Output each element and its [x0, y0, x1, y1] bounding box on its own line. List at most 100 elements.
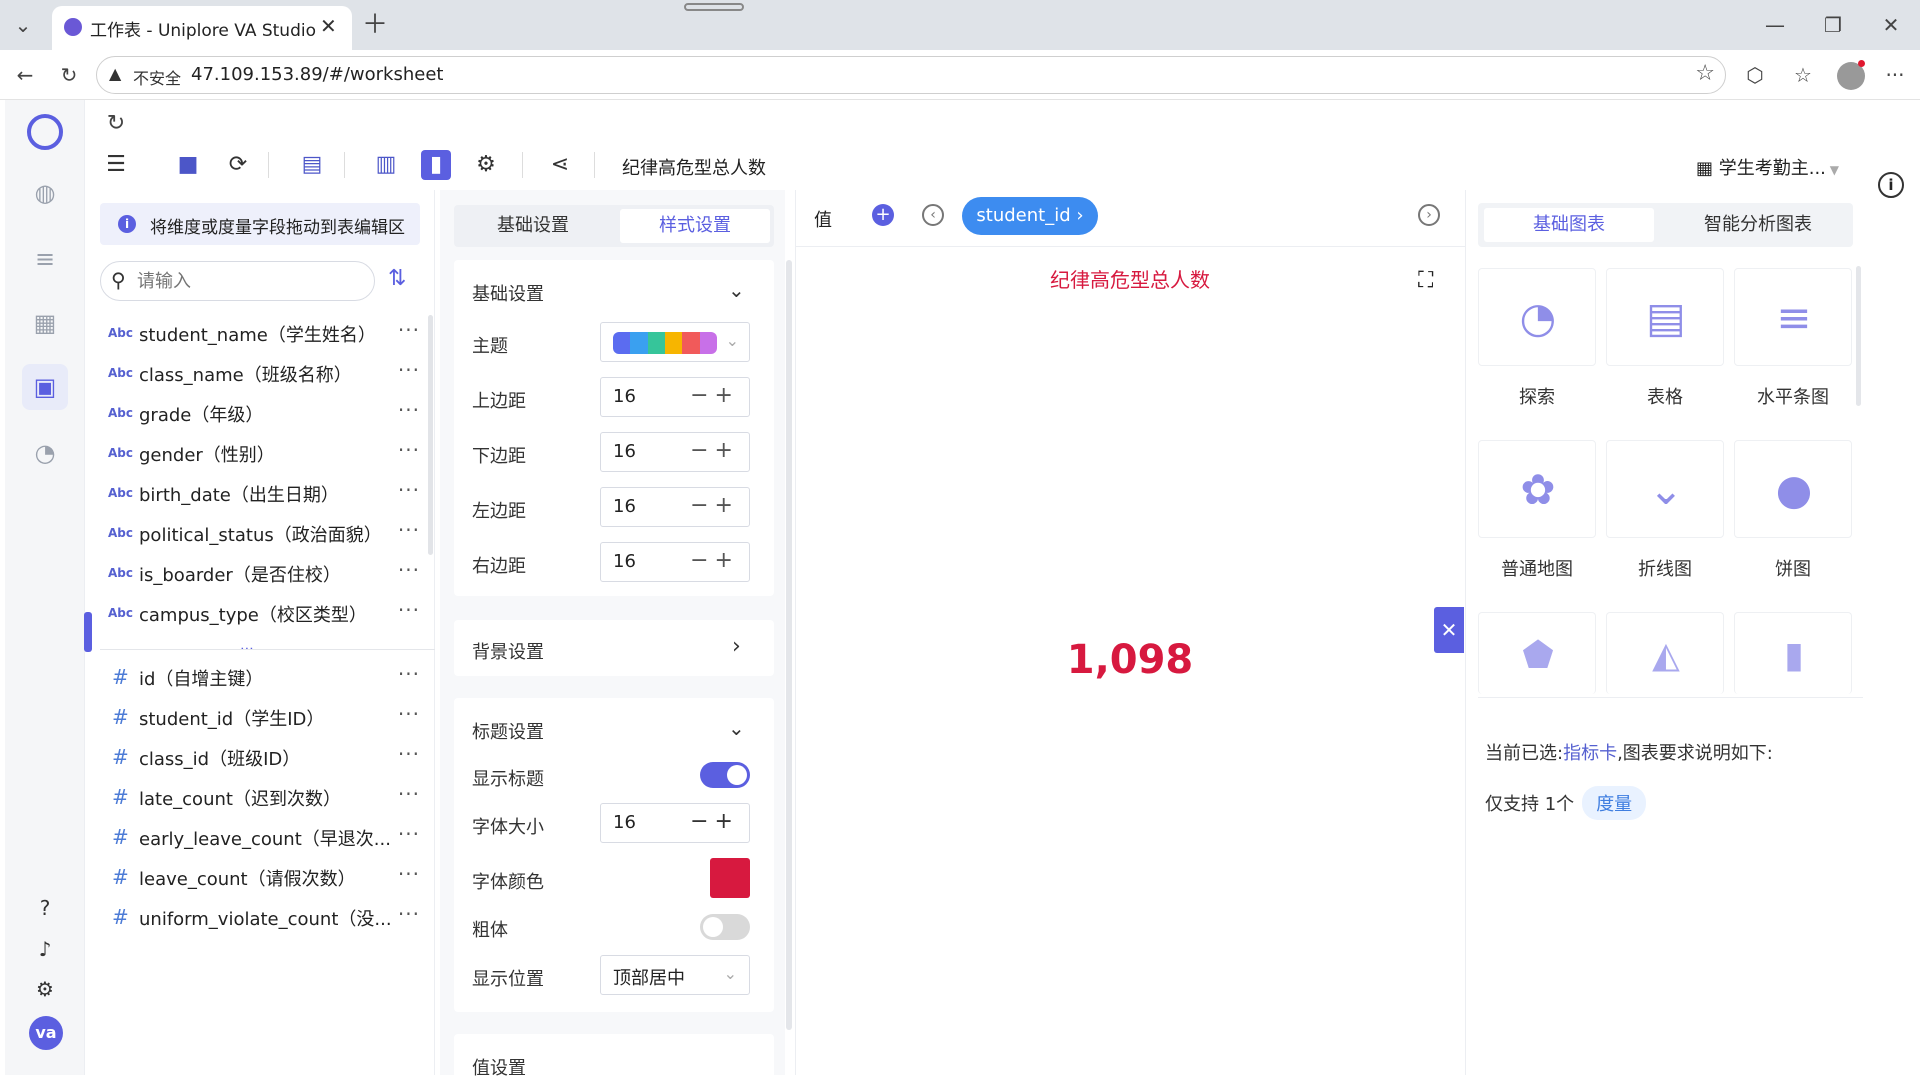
nav-settings-icon[interactable]: ⚙ [22, 966, 68, 1012]
font-size-stepper[interactable]: 16 −+ [600, 803, 750, 843]
value-section-title[interactable]: 值设置 [472, 1054, 526, 1078]
field-scrollbar[interactable] [428, 315, 433, 555]
url-box[interactable]: ▲ 不安全 47.109.153.89/#/worksheet ☆ [96, 56, 1726, 94]
share-icon[interactable]: ⋖ [542, 147, 578, 183]
field-more-icon[interactable]: ··· [398, 558, 420, 582]
field-more-icon[interactable]: ··· [398, 822, 420, 846]
tab-smart-charts[interactable]: 智能分析图表 [1668, 208, 1848, 242]
chart-tile[interactable]: ● [1734, 440, 1852, 538]
field-more-icon[interactable]: ··· [398, 742, 420, 766]
favorite-star-icon[interactable]: ☆ [1695, 61, 1715, 86]
field-more-icon[interactable]: ··· [398, 318, 420, 342]
field-more-icon[interactable]: ··· [398, 478, 420, 502]
favorites-icon[interactable]: ☆ [1788, 60, 1818, 90]
sheet-title[interactable]: 纪律高危型总人数 [622, 154, 766, 180]
chart-tile[interactable]: ◭ [1606, 612, 1724, 694]
field-item[interactable]: Abc grade（年级） ··· [100, 394, 420, 434]
field-more-icon[interactable]: ··· [398, 902, 420, 926]
margin-value[interactable]: 16 [613, 496, 636, 517]
field-item[interactable]: Abc class_name（班级名称） ··· [100, 354, 420, 394]
margin-value[interactable]: 16 [613, 441, 636, 462]
field-item[interactable]: # uniform_violate_count（没... ··· [100, 898, 420, 938]
font-color-swatch[interactable] [710, 858, 750, 898]
tab-basic-charts[interactable]: 基础图表 [1484, 208, 1654, 242]
nav-worksheet-icon[interactable]: ▣ [22, 364, 68, 410]
field-item[interactable]: # leave_count（请假次数） ··· [100, 858, 420, 898]
field-more-icon[interactable]: ··· [398, 662, 420, 686]
field-search[interactable]: ⚲ [100, 261, 375, 301]
scroll-right-icon[interactable]: › [1418, 204, 1440, 226]
field-more-icon[interactable]: ··· [398, 702, 420, 726]
new-tab-icon[interactable]: ＋ [360, 10, 390, 40]
app-logo-icon[interactable] [27, 114, 63, 150]
data-view-icon[interactable]: ▤ [294, 147, 330, 183]
nav-analysis-icon[interactable]: ◔ [22, 430, 68, 476]
font-size-minus-plus-icon[interactable]: −+ [690, 809, 739, 834]
nav-help-icon[interactable]: ? [22, 885, 68, 931]
search-input[interactable] [137, 269, 357, 293]
field-more-icon[interactable]: ··· [398, 358, 420, 382]
position-select[interactable]: 顶部居中 ⌄ [600, 955, 750, 995]
margin-stepper[interactable]: 16 −+ [600, 542, 750, 582]
sync-icon[interactable]: ⟳ [220, 147, 256, 183]
field-item[interactable]: Abc birth_date（出生日期） ··· [100, 474, 420, 514]
margin-value[interactable]: 16 [613, 551, 636, 572]
tab-list-chevron-icon[interactable]: ⌄ [8, 10, 38, 40]
gear-icon[interactable]: ⚙ [468, 147, 504, 183]
background-section-title[interactable]: 背景设置 [472, 638, 544, 664]
title-section-title[interactable]: 标题设置 [472, 718, 544, 744]
margin-minus-plus-icon[interactable]: −+ [690, 548, 739, 573]
field-more-icon[interactable]: ··· [398, 862, 420, 886]
chart-tile[interactable]: ▤ [1606, 268, 1724, 366]
selected-chart-link[interactable]: 指标卡 [1563, 743, 1617, 764]
chart-icon[interactable]: ▮ [421, 150, 451, 180]
margin-stepper[interactable]: 16 −+ [600, 432, 750, 472]
reload-icon[interactable]: ↻ [54, 60, 84, 90]
info-icon[interactable]: i [1878, 172, 1904, 198]
collapse-right-panel-icon[interactable]: ✕ [1434, 607, 1464, 653]
refresh-page-icon[interactable]: ↻ [98, 106, 134, 142]
chart-grid-scrollbar[interactable] [1856, 266, 1861, 406]
settings-scrollbar[interactable] [786, 260, 792, 1030]
url-text[interactable]: 47.109.153.89/#/worksheet [191, 64, 443, 85]
browser-tab[interactable]: 工作表 - Uniplore VA Studio ✕ [52, 6, 352, 50]
chevron-down-icon[interactable]: ⌄ [728, 278, 745, 302]
field-item[interactable]: # id（自增主键） ··· [100, 658, 420, 698]
margin-stepper[interactable]: 16 −+ [600, 487, 750, 527]
field-item[interactable]: # late_count（迟到次数） ··· [100, 778, 420, 818]
nav-apps-icon[interactable]: ◍ [22, 170, 68, 216]
margin-minus-plus-icon[interactable]: −+ [690, 383, 739, 408]
field-more-icon[interactable]: ··· [398, 438, 420, 462]
chart-tile[interactable]: ≡ [1734, 268, 1852, 366]
show-title-toggle[interactable] [700, 762, 750, 788]
chart-tile[interactable]: ⬟ [1478, 612, 1596, 694]
field-pill[interactable]: student_id › [962, 197, 1098, 235]
nav-database-icon[interactable]: ≡ [22, 236, 68, 282]
theme-select[interactable]: ⌄ [600, 322, 750, 362]
field-item[interactable]: # student_id（学生ID） ··· [100, 698, 420, 738]
chevron-down-icon[interactable]: ⌄ [728, 716, 745, 740]
window-close-icon[interactable]: ✕ [1876, 10, 1906, 40]
field-more-icon[interactable]: ··· [398, 782, 420, 806]
margin-minus-plus-icon[interactable]: −+ [690, 438, 739, 463]
minimize-icon[interactable]: — [1760, 10, 1790, 40]
field-item[interactable]: # class_id（班级ID） ··· [100, 738, 420, 778]
margin-stepper[interactable]: 16 −+ [600, 377, 750, 417]
field-item[interactable]: Abc student_name（学生姓名） ··· [100, 314, 420, 354]
tab-basic-settings[interactable]: 基础设置 [458, 209, 608, 243]
field-item[interactable]: Abc gender（性别） ··· [100, 434, 420, 474]
chart-tile[interactable]: ✿ [1478, 440, 1596, 538]
margin-value[interactable]: 16 [613, 386, 636, 407]
bold-toggle[interactable] [700, 914, 750, 940]
scroll-left-icon[interactable]: ‹ [922, 204, 944, 226]
field-sort-icon[interactable]: ⇅ [388, 266, 406, 291]
table-settings-icon[interactable]: ▥ [368, 147, 404, 183]
add-field-icon[interactable]: + [872, 204, 894, 226]
tab-style-settings[interactable]: 样式设置 [620, 209, 770, 243]
extensions-icon[interactable]: ⬡ [1740, 60, 1770, 90]
indent-menu-icon[interactable]: ☰ [98, 147, 134, 183]
field-item[interactable]: Abc campus_type（校区类型） ··· [100, 594, 420, 634]
tab-close-icon[interactable]: ✕ [320, 14, 337, 38]
save-icon[interactable]: ■ [170, 147, 206, 183]
chart-tile[interactable]: ◔ [1478, 268, 1596, 366]
